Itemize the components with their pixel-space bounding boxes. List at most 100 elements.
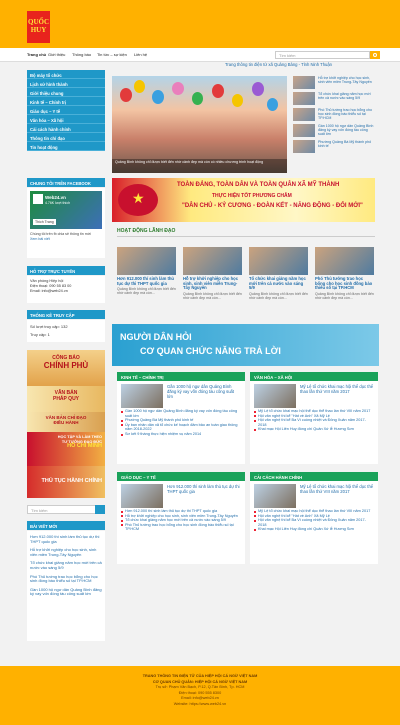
menu-item[interactable]: Bộ máy tổ chức: [27, 70, 105, 79]
leadership-card[interactable]: Phó Thủ tướng trao học bổng cho học sinh…: [315, 247, 374, 300]
ho-chi-minh-banner[interactable]: HỌC TẬP VÀ LÀM THEO TƯ TƯỞNG ĐẠO ĐỨC HỒ …: [27, 432, 105, 466]
card-desc: Quảng Bình không chỉ được biết đến nhờ c…: [117, 287, 176, 296]
new-post-link[interactable]: Hỗ trợ khởi nghiệp cho học sinh, sinh vi…: [27, 546, 105, 559]
lead-title[interactable]: Hơn 912.000 thí sinh làm thủ tục dự thi …: [167, 484, 241, 495]
lead-title[interactable]: Mỹ Lệ tổ chức khai mạc hội thể dục thể t…: [300, 384, 374, 395]
leadership-title: HOẠT ĐỘNG LÃNH ĐẠO: [117, 228, 176, 234]
van-ban-banner[interactable]: VĂN BẢN PHÁP QUY: [27, 386, 105, 412]
left-menu: Bộ máy tổ chức Lịch sử hình thành Giới t…: [27, 70, 105, 151]
slogan-banner[interactable]: ★ TOÀN ĐẢNG, TOÀN DÂN VÀ TOÀN QUÂN XÃ MỸ…: [112, 178, 375, 222]
category-lead[interactable]: Hơn 912.000 thí sinh làm thủ tục dự thi …: [117, 481, 245, 509]
left-search-input[interactable]: Tìm kiếm: [27, 505, 105, 514]
balloon-blue: [267, 98, 278, 111]
side-news-title[interactable]: Hỗ trợ khởi nghiệp cho học sinh, sinh vi…: [318, 76, 375, 84]
side-news-title[interactable]: Phường Quảng Bá Mỹ thành phố kinh tế: [318, 140, 375, 148]
hcm-line-3: HỒ CHÍ MINH: [67, 443, 102, 450]
card-image: [183, 247, 242, 275]
facebook-page-name[interactable]: Web24.vn: [45, 195, 66, 200]
side-news-item[interactable]: Phó Thủ tướng trao học bổng cho học sinh…: [293, 108, 375, 123]
side-news-item[interactable]: Tổ chức khai giảng năm học mới trên cả n…: [293, 92, 375, 107]
category-item[interactable]: Khai mạc Hội Liên Huy đồng chí Quân Xứ l…: [254, 527, 374, 532]
stats-total-value: 132: [60, 324, 68, 329]
category-item[interactable]: Hội văn nghệ thi kể Ba Vì cuồng nhiệt và…: [254, 418, 374, 427]
card-desc: Quảng Bình không chỉ được biết đến nhờ c…: [315, 291, 374, 300]
new-post-link[interactable]: Hơn 912.000 thí sinh làm thủ tục dự thi …: [27, 533, 105, 546]
new-posts-title: BÀI VIẾT MỚI: [27, 521, 105, 530]
leadership-card[interactable]: Hơn 912.000 thí sinh làm thủ tục dự thi …: [117, 247, 176, 296]
new-post-link[interactable]: Tổ chức khai giảng năm học mới trên cả n…: [27, 559, 105, 572]
category-item[interactable]: Gần 1000 hộ ngư dân Quảng Bình đăng ký v…: [121, 409, 241, 418]
divider: [117, 236, 375, 237]
support-line: Email: info@web24.vn: [30, 289, 68, 293]
qa-banner[interactable]: NGƯỜI DÂN HỎI CƠ QUAN CHỨC NĂNG TRẢ LỜI: [112, 324, 379, 366]
category-item[interactable]: Ủy ban nhân dân xã tổ chức kế hoạch đảm …: [121, 423, 241, 432]
category-lead[interactable]: Mỹ Lệ tổ chức khai mạc hội thể dục thể t…: [250, 381, 378, 409]
nav-home[interactable]: Trang chủ: [27, 52, 46, 57]
thu-tuc-banner[interactable]: THỦ TỤC HÀNH CHÍNH: [27, 466, 105, 498]
menu-item[interactable]: Văn hóa – Xã hội: [27, 115, 105, 124]
side-news-title[interactable]: Phó Thủ tướng trao học bổng cho học sinh…: [318, 108, 375, 121]
lead-title[interactable]: Mỹ Lệ tổ chức khai mạc hội thể dục thể t…: [300, 484, 374, 495]
search-input[interactable]: Tìm kiếm: [275, 51, 370, 59]
category-title[interactable]: CẢI CÁCH HÀNH CHÍNH: [250, 472, 378, 481]
category-title[interactable]: GIÁO DỤC – Y TẾ: [117, 472, 245, 481]
card-title[interactable]: Phó Thủ tướng trao học bổng cho học sinh…: [315, 276, 374, 291]
side-news-title[interactable]: Gần 1000 hộ ngư dân Quảng Bình đăng ký v…: [318, 124, 375, 137]
category-item[interactable]: Hội văn nghệ thi kể Ba Vì cuồng nhiệt và…: [254, 518, 374, 527]
side-news-item[interactable]: Phường Quảng Bá Mỹ thành phố kinh tế: [293, 140, 375, 155]
side-news-title[interactable]: Tổ chức khai giảng năm học mới trên cả n…: [318, 92, 375, 100]
left-search-button[interactable]: [95, 505, 105, 514]
nav-contact[interactable]: Liên hệ: [134, 52, 147, 57]
category-lead[interactable]: Mỹ Lệ tổ chức khai mạc hội thể dục thể t…: [250, 481, 378, 509]
side-news-item[interactable]: Gần 1000 hộ ngư dân Quảng Bình đăng ký v…: [293, 124, 375, 139]
category-title[interactable]: KINH TẾ – CHÍNH TRỊ: [117, 372, 245, 381]
category-item[interactable]: Phó Thủ tướng trao học bổng cho học sinh…: [121, 523, 241, 532]
stats-today-label: Truy cập:: [30, 332, 47, 337]
cong-bao-banner[interactable]: CÔNG BÁO CHÍNH PHỦ: [27, 350, 105, 386]
menu-item[interactable]: Kinh tế – Chính trị: [27, 97, 105, 106]
category-item[interactable]: Sơ kết 9 tháng thực hiện nhiệm vụ năm 20…: [121, 432, 241, 437]
facebook-cover: Web24.vn 4.76K lượt thích Thích Trang: [30, 191, 102, 229]
new-post-link[interactable]: Phó Thủ tướng trao học bổng cho học sinh…: [27, 573, 105, 586]
leadership-card[interactable]: Hỗ trợ khởi nghiệp cho học sinh, sinh vi…: [183, 247, 242, 300]
new-posts-list: Hơn 912.000 thí sinh làm thủ tục dự thi …: [27, 531, 105, 641]
facebook-box: Web24.vn 4.76K lượt thích Thích Trang Ch…: [27, 188, 105, 258]
leadership-cards: Hơn 912.000 thí sinh làm thủ tục dự thi …: [117, 247, 375, 317]
card-title[interactable]: Hỗ trợ khởi nghiệp cho học sinh, sinh vi…: [183, 276, 242, 291]
new-post-link[interactable]: Gần 1000 hộ ngư dân Quảng Bình đăng ký v…: [27, 586, 105, 599]
stats-today: Truy cập: 1: [30, 331, 102, 339]
category-economy: KINH TẾ – CHÍNH TRỊ Gần 1000 hộ ngư dân …: [117, 372, 245, 464]
footer-website[interactable]: Website: https://www.web24.vn: [0, 702, 400, 708]
leadership-card[interactable]: Tổ chức khai giảng năm học mới trên cả n…: [249, 247, 308, 300]
card-desc: Quảng Bình không chỉ được biết đến nhờ c…: [183, 291, 242, 300]
card-title[interactable]: Hơn 912.000 thí sinh làm thủ tục dự thi …: [117, 276, 176, 286]
facebook-sub-link[interactable]: Xem bài viết: [30, 237, 102, 241]
card-title[interactable]: Tổ chức khai giảng năm học mới trên cả n…: [249, 276, 308, 291]
category-list: Mỹ Lệ tổ chức khai mạc hội thể dục thể t…: [250, 509, 378, 535]
menu-item[interactable]: Cải cách hành chính: [27, 124, 105, 133]
menu-item[interactable]: Giới thiệu chung: [27, 88, 105, 97]
site-footer: TRANG THÔNG TIN ĐIỆN TỬ CỦA HIỆP HỘI CÁ …: [0, 666, 400, 725]
category-item[interactable]: Khai mạc Hội Liên Huy đồng chí Quân Xứ l…: [254, 427, 374, 432]
menu-item[interactable]: Tin hoạt động: [27, 142, 105, 151]
banner-line-2: THỰC HIỆN TỐT PHƯƠNG CHÂM: [212, 193, 292, 199]
lead-title[interactable]: Gần 1000 hộ ngư dân Quảng Bình đăng ký v…: [167, 384, 241, 399]
menu-item[interactable]: Lịch sử hình thành: [27, 79, 105, 88]
lead-image: [254, 384, 296, 408]
site-logo[interactable]: QUỐC HUY: [27, 11, 50, 43]
category-list: Hơn 912.000 thí sinh làm thủ tục dự thi …: [117, 509, 245, 535]
menu-item[interactable]: Thông tin chỉ đạo: [27, 133, 105, 142]
side-news-item[interactable]: Hỗ trợ khởi nghiệp cho học sinh, sinh vi…: [293, 76, 375, 91]
nav-about[interactable]: Giới thiệu: [48, 52, 65, 57]
category-lead[interactable]: Gần 1000 hộ ngư dân Quảng Bình đăng ký v…: [117, 381, 245, 409]
facebook-like-button[interactable]: Thích Trang: [33, 219, 56, 225]
balloon-red: [120, 88, 132, 102]
menu-item[interactable]: Giáo dục – Y tế: [27, 106, 105, 115]
nav-announcements[interactable]: Thông báo: [72, 52, 91, 57]
balloon-pink: [172, 82, 184, 95]
logo-line-2: HUY: [30, 26, 47, 34]
category-title[interactable]: VĂN HÓA – XÃ HỘI: [250, 372, 378, 381]
nav-news[interactable]: Tin tức – sự kiện: [97, 52, 127, 57]
search-button[interactable]: [370, 51, 380, 59]
dieu-hanh-banner[interactable]: VĂN BẢN CHỈ ĐẠO ĐIỀU HÀNH: [27, 412, 105, 432]
